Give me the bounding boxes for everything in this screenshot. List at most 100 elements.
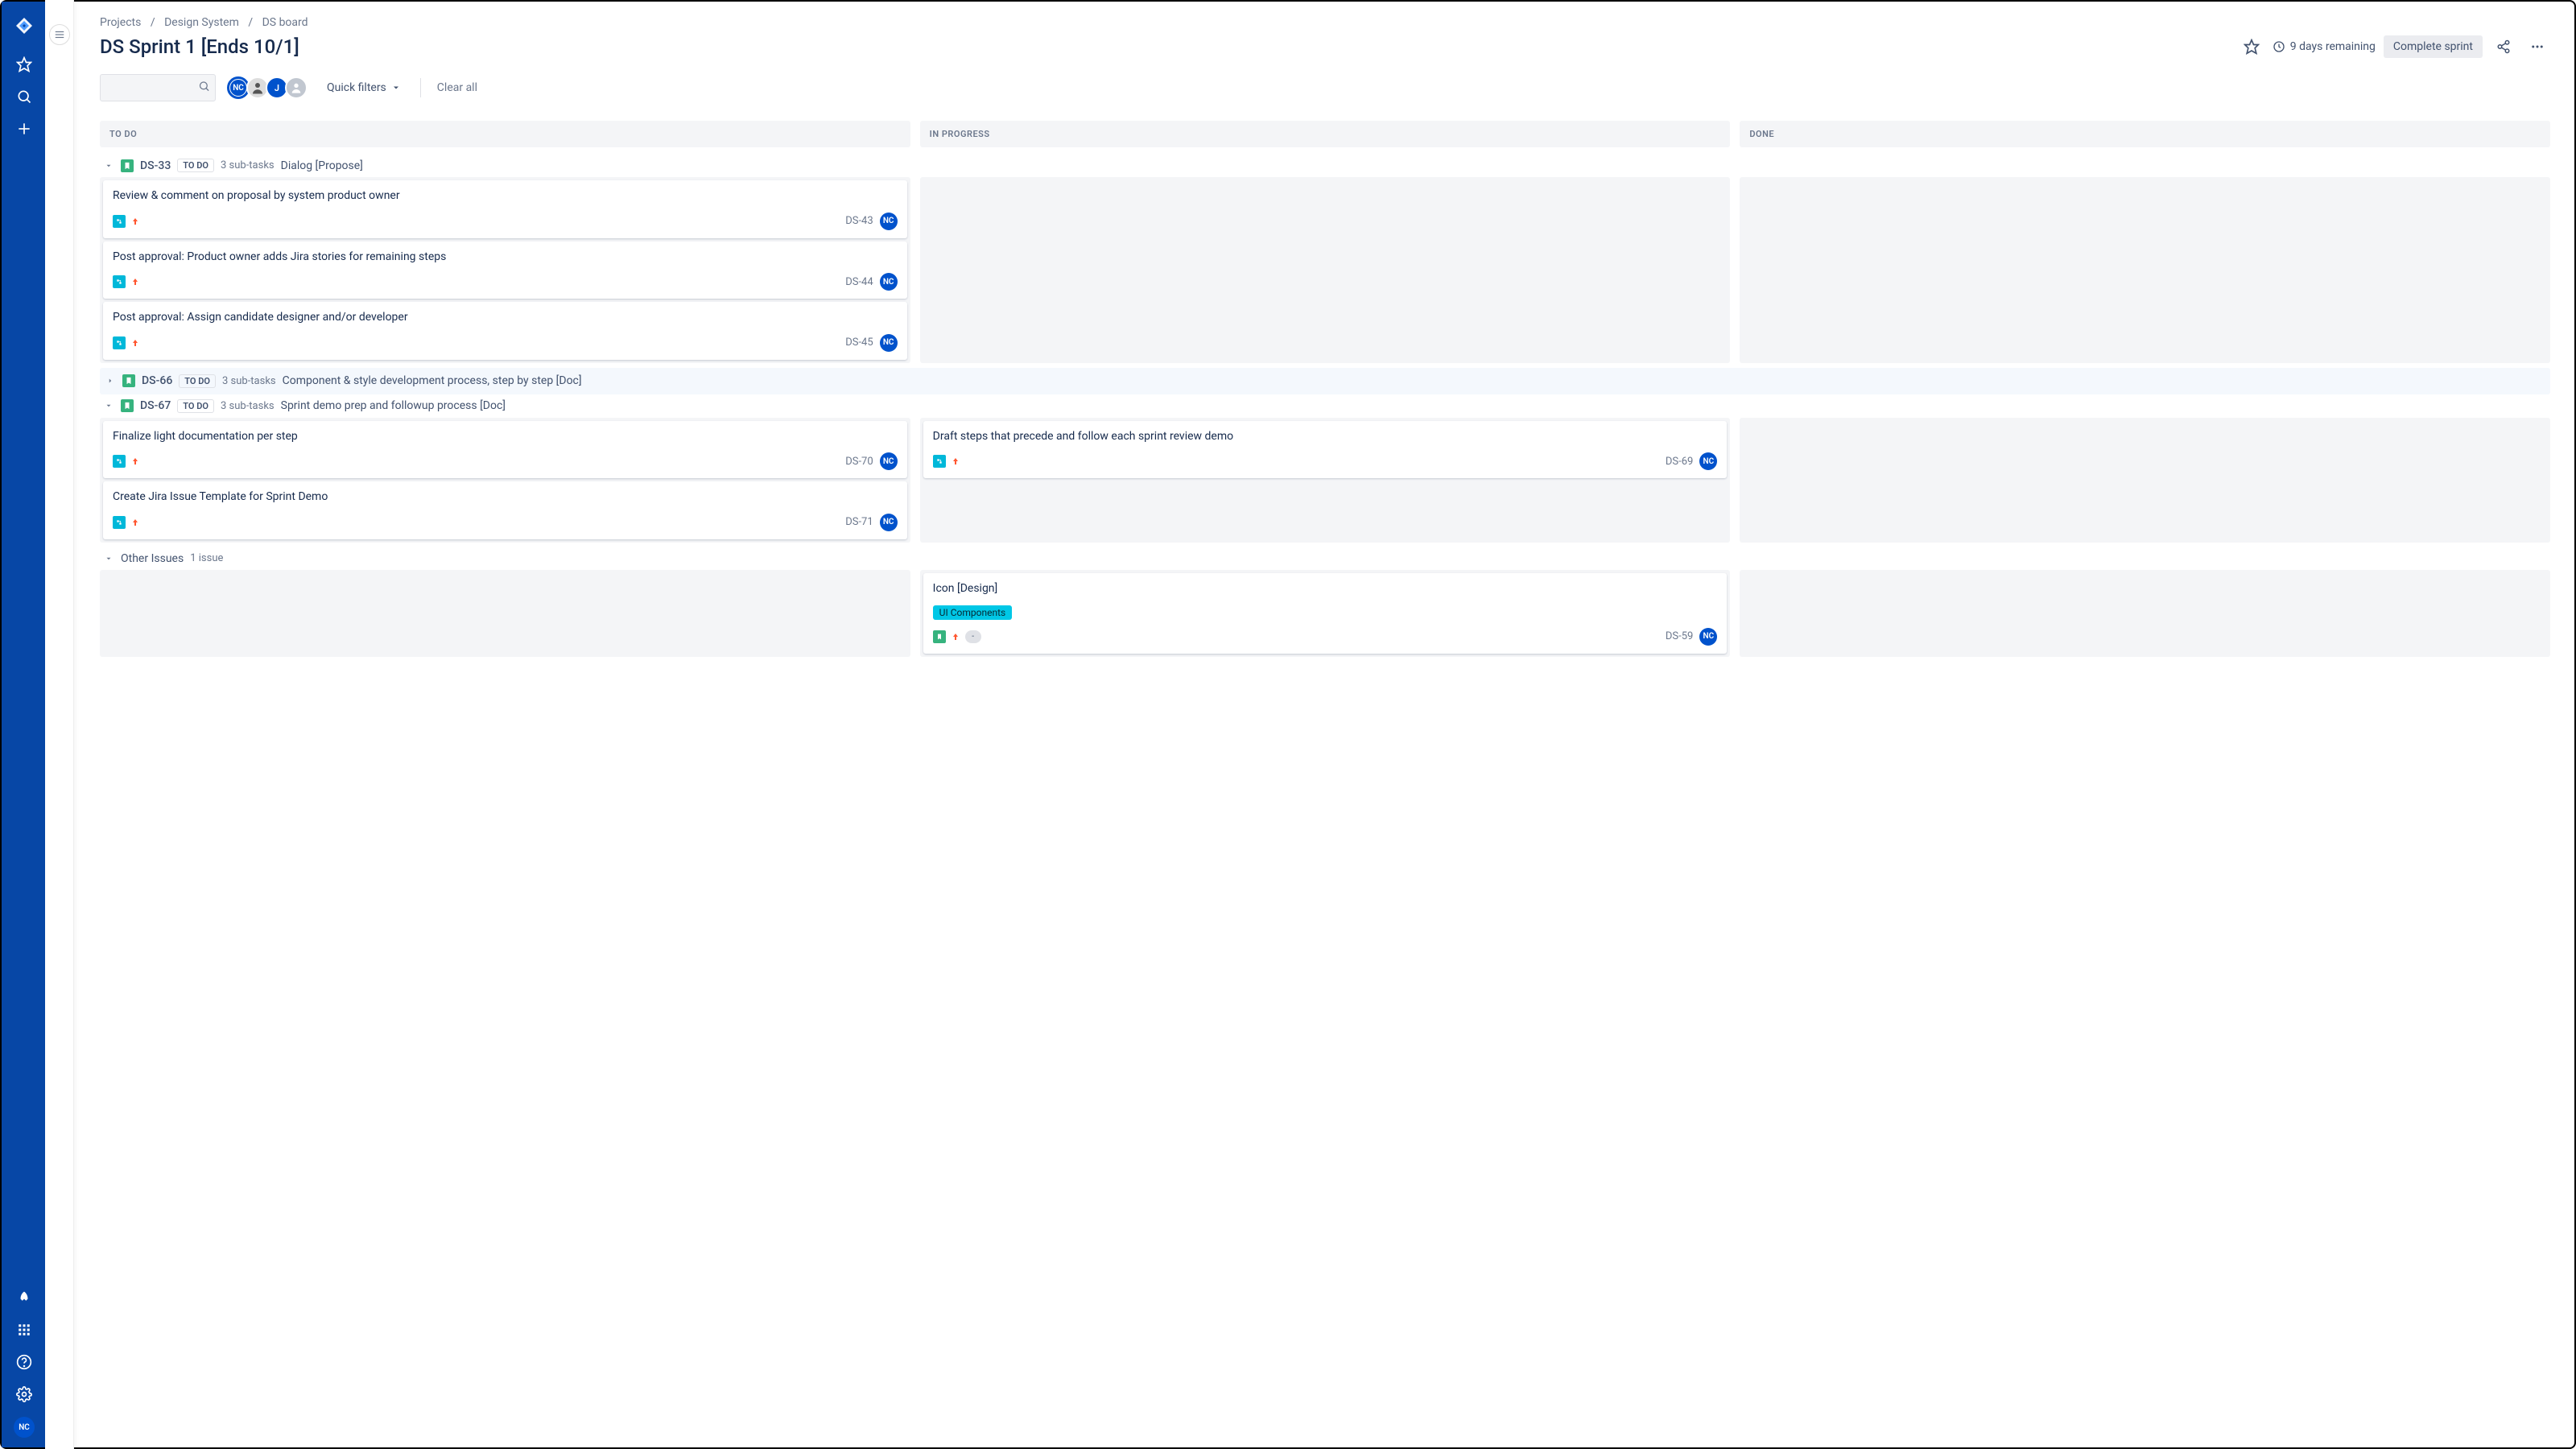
swimlane-header-ds-66[interactable]: DS-66 TO DO 3 sub-tasks Component & styl… [100, 368, 2550, 394]
app-switcher-icon[interactable] [8, 1314, 40, 1346]
sidebar-collapse-rail [45, 0, 74, 1449]
card-key: DS-59 [1666, 630, 1693, 642]
clock-icon [2273, 40, 2285, 53]
story-icon [121, 159, 134, 172]
swimlane-title: Dialog [Propose] [281, 159, 363, 172]
swimlane-key: DS-66 [142, 374, 172, 387]
subtask-icon [113, 215, 126, 228]
lane-done[interactable] [1740, 570, 2550, 657]
status-badge: TO DO [177, 159, 214, 172]
issue-card[interactable]: Icon [Design] UI Components - DS-59 NC [923, 573, 1728, 654]
card-title: Review & comment on proposal by system p… [113, 188, 898, 204]
issue-card[interactable]: Review & comment on proposal by system p… [103, 180, 907, 238]
complete-sprint-button[interactable]: Complete sprint [2384, 35, 2483, 58]
share-icon[interactable] [2491, 34, 2516, 60]
card-title: Create Jira Issue Template for Sprint De… [113, 489, 898, 506]
label-chip: UI Components [933, 605, 1013, 620]
create-icon[interactable] [8, 113, 40, 145]
subtask-icon [113, 275, 126, 288]
card-key: DS-69 [1666, 456, 1693, 468]
priority-high-icon [951, 632, 960, 642]
swimlane-key: DS-67 [140, 399, 171, 412]
lane-inprogress[interactable]: Icon [Design] UI Components - DS-59 NC [920, 570, 1731, 657]
story-icon [122, 374, 135, 387]
card-key: DS-70 [845, 456, 873, 468]
rocket-icon[interactable] [8, 1282, 40, 1314]
swimlane-key: DS-33 [140, 159, 171, 172]
issue-card[interactable]: Finalize light documentation per step DS… [103, 421, 907, 479]
assignee-avatar[interactable]: NC [880, 273, 898, 291]
lane-todo[interactable] [100, 570, 910, 657]
jira-logo-icon[interactable] [8, 10, 40, 42]
sidebar-toggle-icon[interactable] [49, 24, 70, 45]
help-icon[interactable] [8, 1346, 40, 1378]
swimlane-title: Component & style development process, s… [283, 374, 582, 387]
assignee-avatar[interactable]: NC [880, 452, 898, 470]
breadcrumb: Projects / Design System / DS board [100, 16, 2550, 29]
assignee-avatar[interactable]: NC [880, 334, 898, 352]
story-icon [933, 630, 946, 643]
assignee-filter: NC J [227, 76, 308, 99]
settings-icon[interactable] [8, 1378, 40, 1410]
assignee-avatar[interactable]: NC [1699, 452, 1717, 470]
lane-todo[interactable]: Finalize light documentation per step DS… [100, 418, 910, 543]
card-title: Post approval: Assign candidate designer… [113, 310, 898, 326]
chevron-right-icon [105, 377, 116, 385]
issue-card[interactable]: Post approval: Assign candidate designer… [103, 302, 907, 360]
lane-done[interactable] [1740, 418, 2550, 543]
search-icon[interactable] [8, 80, 40, 113]
swimlane-header-ds-33[interactable]: DS-33 TO DO 3 sub-tasks Dialog [Propose] [100, 154, 2550, 177]
quick-filters-dropdown[interactable]: Quick filters [327, 81, 401, 94]
card-title: Icon [Design] [933, 581, 1718, 597]
estimate-pill: - [965, 630, 981, 643]
assignee-avatar[interactable]: NC [880, 514, 898, 531]
subtask-icon [113, 455, 126, 468]
issue-card[interactable]: Create Jira Issue Template for Sprint De… [103, 481, 907, 539]
card-key: DS-71 [845, 516, 873, 528]
assignee-avatar[interactable]: NC [1699, 628, 1717, 646]
card-key: DS-43 [845, 215, 873, 227]
column-header-inprogress: IN PROGRESS [920, 121, 1731, 147]
search-icon [198, 80, 210, 96]
issue-card[interactable]: Post approval: Product owner adds Jira s… [103, 242, 907, 299]
assignee-avatar[interactable]: NC [880, 213, 898, 230]
swimlane-title: Other Issues [121, 552, 184, 565]
lane-done[interactable] [1740, 177, 2550, 363]
lane-inprogress[interactable]: Draft steps that precede and follow each… [920, 418, 1731, 543]
search-input[interactable] [100, 74, 216, 101]
chevron-down-icon [391, 83, 401, 93]
breadcrumb-projects[interactable]: Projects [100, 16, 141, 29]
star-button[interactable] [2239, 34, 2264, 60]
chevron-down-icon [103, 162, 114, 170]
subtask-count: 3 sub-tasks [221, 159, 275, 171]
swimlane-header-other[interactable]: Other Issues 1 issue [100, 547, 2550, 570]
avatar-unassigned[interactable] [285, 76, 308, 99]
subtask-count: 3 sub-tasks [222, 375, 276, 387]
lane-todo[interactable]: Review & comment on proposal by system p… [100, 177, 910, 363]
subtask-icon [933, 455, 946, 468]
more-icon[interactable] [2524, 34, 2550, 60]
breadcrumb-project[interactable]: Design System [164, 16, 239, 29]
clear-filters-button[interactable]: Clear all [437, 81, 477, 94]
status-badge: TO DO [179, 374, 216, 388]
lane-inprogress[interactable] [920, 177, 1731, 363]
priority-high-icon [130, 338, 140, 348]
priority-high-icon [130, 456, 140, 466]
main-content: Projects / Design System / DS board DS S… [76, 2, 2574, 1447]
column-header-todo: TO DO [100, 121, 910, 147]
issue-card[interactable]: Draft steps that precede and follow each… [923, 421, 1728, 479]
star-icon[interactable] [8, 48, 40, 80]
priority-high-icon [130, 217, 140, 226]
remaining-time: 9 days remaining [2273, 40, 2376, 53]
page-title: DS Sprint 1 [Ends 10/1] [100, 35, 299, 58]
user-avatar[interactable]: NC [14, 1417, 35, 1438]
card-title: Post approval: Product owner adds Jira s… [113, 250, 898, 266]
issue-count: 1 issue [190, 552, 223, 564]
breadcrumb-board[interactable]: DS board [262, 16, 308, 29]
chevron-down-icon [103, 402, 114, 410]
swimlane-title: Sprint demo prep and followup process [D… [281, 399, 506, 412]
priority-high-icon [130, 518, 140, 527]
card-title: Finalize light documentation per step [113, 429, 898, 445]
card-title: Draft steps that precede and follow each… [933, 429, 1718, 445]
swimlane-header-ds-67[interactable]: DS-67 TO DO 3 sub-tasks Sprint demo prep… [100, 394, 2550, 418]
